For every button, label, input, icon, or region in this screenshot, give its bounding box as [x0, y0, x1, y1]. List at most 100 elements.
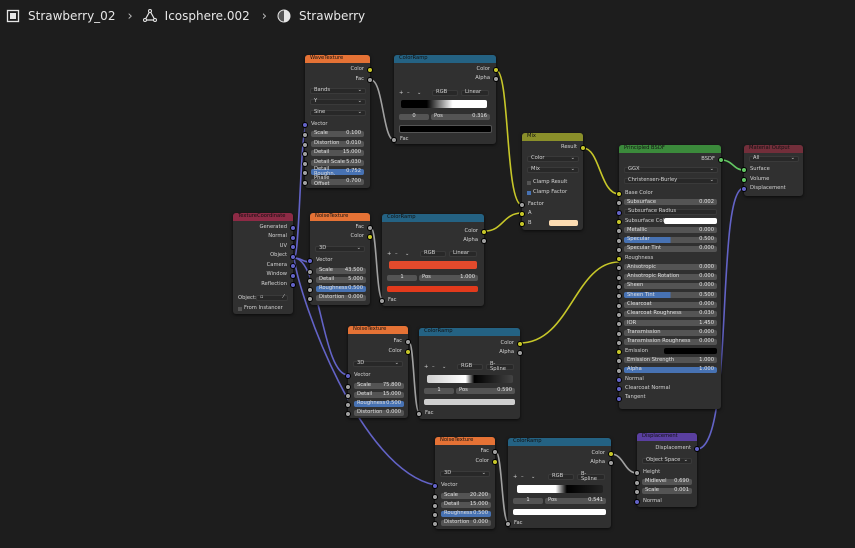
- socket-out-color[interactable]: [493, 67, 499, 73]
- node-header[interactable]: TextureCoordinate: [233, 213, 293, 221]
- add-stop-button[interactable]: +: [513, 474, 517, 481]
- socket-out-color[interactable]: [492, 459, 498, 465]
- value-field[interactable]: Detail 15.000: [441, 502, 491, 508]
- socket-in[interactable]: [616, 349, 622, 356]
- remove-stop-button[interactable]: –: [395, 251, 398, 258]
- value-field[interactable]: Scale 20.200: [441, 493, 491, 499]
- node-header[interactable]: Principled BSDF: [619, 145, 721, 153]
- socket-in[interactable]: [616, 386, 622, 393]
- socket-out-color[interactable]: [608, 451, 614, 457]
- bsdf-field[interactable]: Emission Strength 1.000: [624, 357, 717, 364]
- bsdf-field[interactable]: Specular Tint 0.000: [624, 245, 717, 252]
- node-header[interactable]: ColorRamp: [508, 438, 611, 446]
- midlevel-field[interactable]: Midlevel 0.690: [642, 479, 692, 485]
- remove-stop-button[interactable]: –: [432, 364, 435, 371]
- mix-node[interactable]: Mix Result Color ⌄ Mix ⌄ Clamp Result Clam…: [519, 133, 586, 230]
- socket-in[interactable]: [616, 339, 622, 346]
- value-field[interactable]: Distortion 0.000: [316, 295, 366, 301]
- socket-out[interactable]: [290, 263, 296, 269]
- gradient-bar[interactable]: [401, 100, 487, 108]
- value-field[interactable]: Scale 43.500: [316, 268, 366, 274]
- texture-coordinate-node[interactable]: TextureCoordinate Object: ▫ ⁄ From Instan…: [233, 213, 296, 314]
- socket-in-volume[interactable]: [741, 177, 747, 183]
- object-picker[interactable]: ▫ ⁄: [256, 295, 288, 301]
- bsdf-field[interactable]: Subsurface 0.002: [624, 199, 717, 206]
- socket-in[interactable]: [616, 274, 622, 281]
- socket-in-fac[interactable]: [416, 411, 422, 417]
- stop-position-field[interactable]: Pos 0.590: [456, 388, 515, 394]
- node-header[interactable]: ColorRamp: [394, 55, 496, 63]
- color-ramp-node-4[interactable]: ColorRamp Color Alpha + – ⌄ RGB B-Spline…: [505, 438, 614, 528]
- bsdf-input-label[interactable]: Subsurface Radius: [624, 208, 717, 215]
- color-mode-dropdown[interactable]: RGB: [548, 474, 574, 480]
- socket-in-surface[interactable]: [741, 167, 747, 173]
- node-header[interactable]: Material Output: [744, 145, 803, 153]
- bsdf-field[interactable]: Transmission 0.000: [624, 329, 717, 336]
- principled-bsdf-node[interactable]: Principled BSDF BSDF GGX ⌄ Christensen-Bu…: [616, 145, 724, 409]
- socket-out-displacement[interactable]: [694, 446, 700, 452]
- socket-in[interactable]: [307, 296, 313, 302]
- noise-texture-node-3[interactable]: NoiseTexture Fac Color 3D ⌄ Vector Scale 2…: [432, 437, 498, 529]
- value-field[interactable]: Scale 0.100: [311, 131, 364, 137]
- value-field[interactable]: Roughness 0.500: [316, 286, 366, 292]
- chevron-down-icon[interactable]: ⌄: [405, 251, 409, 258]
- remove-stop-button[interactable]: –: [407, 90, 410, 97]
- socket-in-vector[interactable]: [432, 483, 438, 489]
- socket-in[interactable]: [302, 151, 308, 157]
- add-stop-button[interactable]: +: [399, 90, 403, 97]
- remove-stop-button[interactable]: –: [521, 474, 524, 481]
- socket-out-alpha[interactable]: [493, 76, 499, 82]
- value-field[interactable]: Detail 5.000: [316, 277, 366, 283]
- socket-in[interactable]: [432, 503, 438, 509]
- stop-position-field[interactable]: Pos 0.541: [545, 498, 606, 504]
- blend-mode-dropdown[interactable]: Mix ⌄: [527, 167, 579, 173]
- interpolation-dropdown[interactable]: Linear: [449, 251, 477, 257]
- socket-out-fac[interactable]: [367, 225, 373, 231]
- socket-out-fac[interactable]: [367, 77, 373, 83]
- socket-in[interactable]: [345, 384, 351, 390]
- color-swatch[interactable]: [664, 348, 717, 355]
- socket-in[interactable]: [345, 402, 351, 408]
- socket-out-color[interactable]: [481, 229, 487, 235]
- noise-texture-node-1[interactable]: NoiseTexture Fac Color 3D ⌄ Vector Scale 4…: [307, 213, 373, 305]
- socket-out[interactable]: [290, 244, 296, 250]
- socket-out[interactable]: [290, 282, 296, 288]
- socket-in[interactable]: [432, 494, 438, 500]
- socket-out-fac[interactable]: [405, 339, 411, 345]
- dimensions-dropdown[interactable]: 3D ⌄: [315, 246, 365, 252]
- socket-in[interactable]: [616, 377, 622, 383]
- socket-in[interactable]: [302, 170, 308, 176]
- subsurface-method-dropdown[interactable]: Christensen-Burley ⌄: [624, 178, 718, 184]
- stop-color-swatch[interactable]: [424, 399, 515, 405]
- socket-in[interactable]: [616, 191, 622, 197]
- clamp-factor-checkbox[interactable]: Clamp Factor: [527, 189, 567, 196]
- socket-out-fac[interactable]: [492, 449, 498, 455]
- socket-in-vector[interactable]: [302, 122, 308, 128]
- socket-in[interactable]: [345, 393, 351, 399]
- bsdf-field[interactable]: Clearcoat 0.000: [624, 301, 717, 308]
- bsdf-field[interactable]: Alpha 1.000: [624, 366, 717, 373]
- node-header[interactable]: Mix: [522, 133, 583, 141]
- socket-in[interactable]: [616, 302, 622, 309]
- bsdf-field[interactable]: IOR 1.450: [624, 320, 717, 327]
- socket-in[interactable]: [616, 321, 622, 328]
- link-ramp4-disp[interactable]: [610, 453, 638, 474]
- bsdf-field[interactable]: Sheen 0.000: [624, 283, 717, 289]
- value-field[interactable]: Distortion 0.010: [311, 140, 364, 147]
- socket-in[interactable]: [616, 265, 622, 272]
- color-ramp-node-1[interactable]: ColorRamp Color Alpha + – ⌄ RGB Linear 0…: [391, 55, 499, 144]
- socket-in[interactable]: [616, 330, 622, 337]
- color-ramp-node-2[interactable]: ColorRamp Color Alpha + – ⌄ RGB Linear 1…: [379, 214, 487, 306]
- socket-in-height[interactable]: [634, 470, 640, 476]
- socket-in[interactable]: [302, 179, 308, 186]
- socket-in[interactable]: [616, 200, 622, 207]
- node-header[interactable]: NoiseTexture: [310, 213, 370, 221]
- wave-profile-dropdown[interactable]: Sine ⌄: [310, 110, 366, 116]
- bsdf-field[interactable]: Anisotropic Rotation 0.000: [624, 273, 717, 280]
- color-mode-dropdown[interactable]: RGB: [420, 251, 446, 257]
- value-field[interactable]: Roughness 0.500: [441, 511, 491, 517]
- bsdf-field[interactable]: Specular 0.500: [624, 236, 717, 243]
- socket-in[interactable]: [432, 512, 438, 518]
- node-header[interactable]: WaveTexture: [305, 55, 370, 63]
- socket-in[interactable]: [345, 411, 351, 417]
